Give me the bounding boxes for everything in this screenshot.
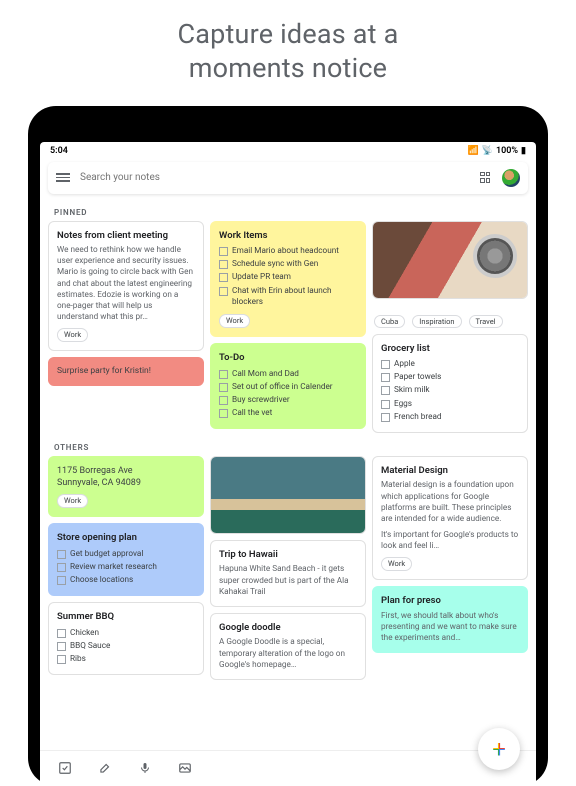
check-item[interactable]: Skim milk — [381, 384, 519, 397]
note-title: Store opening plan — [57, 532, 195, 545]
note-line2: Sunnyvale, CA 94089 — [57, 477, 195, 489]
note-title: Google doodle — [219, 622, 357, 635]
mic-icon[interactable] — [138, 761, 152, 775]
note-tag[interactable]: Work — [219, 314, 250, 328]
check-item[interactable]: Review market research — [57, 561, 195, 574]
note-beach-photo[interactable] — [210, 456, 366, 534]
note-title: Grocery list — [381, 343, 519, 356]
status-right: 📶 📡 100% ▮ — [468, 146, 526, 156]
check-item[interactable]: Eggs — [381, 398, 519, 411]
note-hawaii[interactable]: Trip to Hawaii Hapuna White Sand Beach -… — [210, 540, 366, 607]
checklist: Apple Paper towels Skim milk Eggs French… — [381, 358, 519, 423]
car-photo — [373, 222, 527, 298]
note-work-items[interactable]: Work Items Email Mario about headcount S… — [210, 221, 366, 337]
search-input[interactable] — [80, 172, 470, 183]
note-title: Work Items — [219, 230, 357, 243]
menu-icon[interactable] — [56, 173, 70, 182]
note-material[interactable]: Material Design Material design is a fou… — [372, 456, 528, 580]
brush-icon[interactable] — [98, 761, 112, 775]
check-item[interactable]: Paper towels — [381, 371, 519, 384]
note-line1: 1175 Borregas Ave — [57, 465, 195, 477]
note-todo[interactable]: To-Do Call Mom and Dad Set out of office… — [210, 343, 366, 429]
plus-icon: + — [492, 737, 506, 761]
signal-icon: 📶 — [468, 146, 479, 156]
note-tag[interactable]: Work — [57, 328, 88, 342]
check-item[interactable]: Chat with Erin about launch blockers — [219, 285, 357, 309]
tablet-frame: 5:04 📶 📡 100% ▮ PINNED Notes from client… — [28, 106, 548, 786]
checklist: Email Mario about headcount Schedule syn… — [219, 245, 357, 308]
others-grid: 1175 Borregas Ave Sunnyvale, CA 94089 Wo… — [40, 456, 536, 680]
promo-headline: Capture ideas at amoments notice — [0, 0, 576, 106]
note-doodle[interactable]: Google doodle A Google Doodle is a speci… — [210, 613, 366, 680]
note-tag[interactable]: Work — [57, 494, 88, 508]
checkbox-icon[interactable] — [58, 761, 72, 775]
app-screen: 5:04 📶 📡 100% ▮ PINNED Notes from client… — [40, 142, 536, 786]
note-grocery[interactable]: Grocery list Apple Paper towels Skim mil… — [372, 334, 528, 433]
note-body: We need to rethink how we handle user ex… — [57, 245, 195, 322]
wifi-icon: 📡 — [482, 146, 493, 156]
section-pinned-label: PINNED — [40, 198, 536, 221]
layout-toggle-icon[interactable] — [480, 172, 492, 184]
pinned-grid: Notes from client meeting We need to ret… — [40, 221, 536, 433]
new-note-fab[interactable]: + — [478, 728, 520, 770]
note-title: Plan for preso — [381, 595, 519, 608]
image-icon[interactable] — [178, 761, 192, 775]
note-title: Material Design — [381, 465, 519, 478]
section-others-label: OTHERS — [40, 433, 536, 456]
battery-icon: ▮ — [521, 146, 526, 156]
tag-travel[interactable]: Travel — [469, 315, 503, 328]
note-surprise[interactable]: Surprise party for Kristin! — [48, 357, 204, 386]
note-body: Hapuna White Sand Beach - it gets super … — [219, 564, 357, 597]
check-item[interactable]: Schedule sync with Gen — [219, 258, 357, 271]
check-item[interactable]: Call Mom and Dad — [219, 368, 357, 381]
check-item[interactable]: Get budget approval — [57, 548, 195, 561]
note-title: Summer BBQ — [57, 611, 195, 624]
note-title: Notes from client meeting — [57, 230, 195, 243]
photo-tags: Cuba Inspiration Travel — [372, 305, 528, 328]
beach-photo — [211, 457, 365, 533]
note-tag[interactable]: Work — [381, 557, 412, 571]
tag-inspiration[interactable]: Inspiration — [412, 315, 461, 328]
status-time: 5:04 — [50, 146, 68, 156]
check-item[interactable]: Apple — [381, 358, 519, 371]
check-item[interactable]: French bread — [381, 411, 519, 424]
battery-text: 100% — [496, 146, 518, 156]
note-client-meeting[interactable]: Notes from client meeting We need to ret… — [48, 221, 204, 351]
note-title: Trip to Hawaii — [219, 549, 357, 562]
note-body: A Google Doodle is a special, temporary … — [219, 637, 357, 670]
checklist: Chicken BBQ Sauce Ribs — [57, 627, 195, 666]
check-item[interactable]: Buy screwdriver — [219, 394, 357, 407]
check-item[interactable]: Update PR team — [219, 271, 357, 284]
check-item[interactable]: Choose locations — [57, 574, 195, 587]
status-bar: 5:04 📶 📡 100% ▮ — [40, 142, 536, 158]
note-store-opening[interactable]: Store opening plan Get budget approval R… — [48, 523, 204, 596]
check-item[interactable]: Chicken — [57, 627, 195, 640]
check-item[interactable]: Call the vet — [219, 407, 357, 420]
note-title: To-Do — [219, 352, 357, 365]
note-body: Material design is a foundation upon whi… — [381, 480, 519, 524]
note-photo[interactable] — [372, 221, 528, 299]
tag-cuba[interactable]: Cuba — [374, 315, 405, 328]
note-address[interactable]: 1175 Borregas Ave Sunnyvale, CA 94089 Wo… — [48, 456, 204, 517]
checklist: Get budget approval Review market resear… — [57, 548, 195, 587]
check-item[interactable]: Set out of office in Calender — [219, 381, 357, 394]
note-body: Surprise party for Kristin! — [57, 366, 151, 376]
checklist: Call Mom and Dad Set out of office in Ca… — [219, 368, 357, 420]
note-bbq[interactable]: Summer BBQ Chicken BBQ Sauce Ribs — [48, 602, 204, 675]
check-item[interactable]: Ribs — [57, 653, 195, 666]
search-bar[interactable] — [48, 162, 528, 194]
note-body: First, we should talk about who's presen… — [381, 611, 519, 644]
note-body2: It's important for Google's products to … — [381, 530, 519, 552]
check-item[interactable]: BBQ Sauce — [57, 640, 195, 653]
check-item[interactable]: Email Mario about headcount — [219, 245, 357, 258]
avatar[interactable] — [502, 169, 520, 187]
note-preso[interactable]: Plan for preso First, we should talk abo… — [372, 586, 528, 653]
